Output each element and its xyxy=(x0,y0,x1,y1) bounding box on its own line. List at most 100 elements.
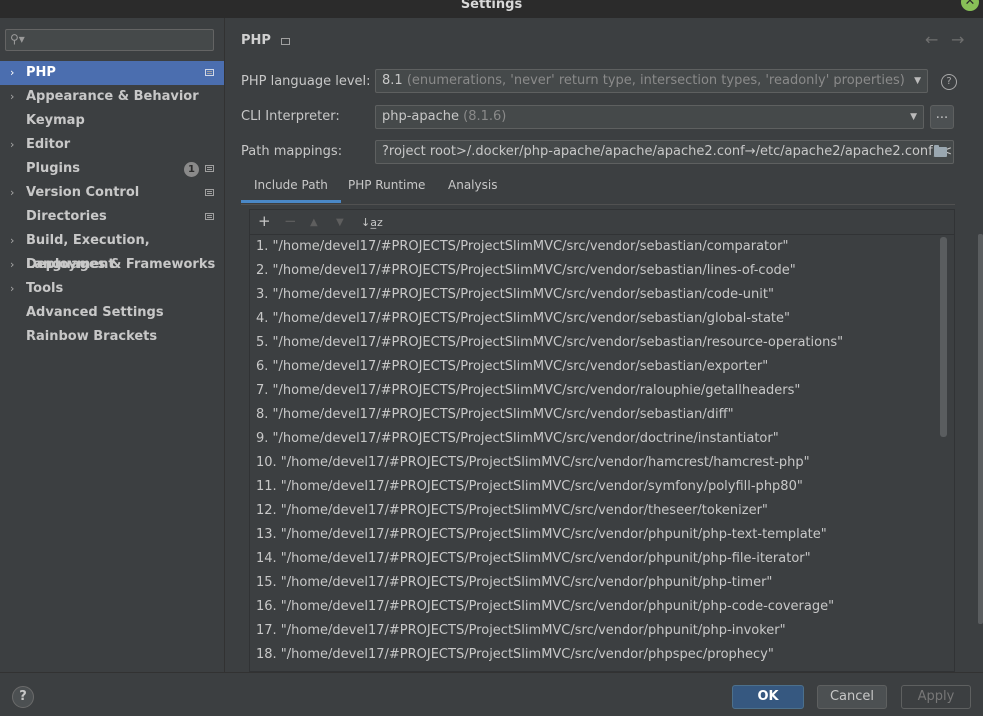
list-item[interactable]: 9. "/home/devel17/#PROJECTS/ProjectSlimM… xyxy=(256,427,779,451)
list-item[interactable]: 18. "/home/devel17/#PROJECTS/ProjectSlim… xyxy=(256,643,774,667)
path-mappings-value: ?roject root>/.docker/php-apache/apache/… xyxy=(382,144,954,159)
list-scrollbar[interactable] xyxy=(940,237,947,437)
sidebar-item-label: Plugins xyxy=(26,161,80,176)
list-item[interactable]: 1. "/home/devel17/#PROJECTS/ProjectSlimM… xyxy=(256,235,788,259)
project-scope-icon xyxy=(205,69,214,76)
sidebar-item-version-control[interactable]: › Version Control xyxy=(0,181,224,205)
browse-interpreter-button[interactable]: ... xyxy=(930,105,954,129)
chevron-down-icon: ▼ xyxy=(910,112,917,122)
sidebar-item-appearance-behavior[interactable]: › Appearance & Behavior xyxy=(0,85,224,109)
language-level-detail: (enumerations, 'never' return type, inte… xyxy=(406,73,905,88)
window-title: Settings xyxy=(460,0,523,12)
php-tabs: Include Path PHP Runtime Analysis xyxy=(241,172,955,205)
chevron-right-icon[interactable]: › xyxy=(10,229,14,253)
cancel-button[interactable]: Cancel xyxy=(817,685,887,709)
panel-scrollbar[interactable] xyxy=(978,234,983,624)
update-count-badge: 1 xyxy=(184,162,199,177)
cli-interpreter-value: php-apache xyxy=(382,109,460,124)
sidebar-item-editor[interactable]: › Editor xyxy=(0,133,224,157)
chevron-right-icon[interactable]: › xyxy=(10,61,14,85)
sidebar-item-label: Keymap xyxy=(26,113,85,128)
sidebar-item-label: Rainbow Brackets xyxy=(26,329,158,344)
list-item[interactable]: 2. "/home/devel17/#PROJECTS/ProjectSlimM… xyxy=(256,259,796,283)
sidebar-item-directories[interactable]: Directories xyxy=(0,205,224,229)
move-down-icon[interactable]: ▼ xyxy=(336,215,344,231)
close-window-button[interactable]: ✕ xyxy=(961,0,979,11)
cli-interpreter-label: CLI Interpreter: xyxy=(241,109,340,124)
project-scope-icon xyxy=(281,38,290,45)
cli-interpreter-version: (8.1.6) xyxy=(463,109,507,124)
sidebar-item-php[interactable]: › PHP xyxy=(0,61,224,85)
chevron-down-icon: ▼ xyxy=(914,76,921,86)
project-scope-icon xyxy=(205,189,214,196)
dialog-footer: ? OK Cancel Apply xyxy=(0,672,983,716)
list-item[interactable]: 12. "/home/devel17/#PROJECTS/ProjectSlim… xyxy=(256,499,768,523)
sidebar-item-label: Tools xyxy=(26,281,64,296)
chevron-right-icon[interactable]: › xyxy=(10,253,14,277)
project-scope-icon xyxy=(205,165,214,172)
include-path-panel: + − ▲ ▼ ↓a̲z 1. "/home/devel17/#PROJECTS… xyxy=(249,209,955,672)
list-item[interactable]: 14. "/home/devel17/#PROJECTS/ProjectSlim… xyxy=(256,547,811,571)
list-item[interactable]: 3. "/home/devel17/#PROJECTS/ProjectSlimM… xyxy=(256,283,774,307)
search-icon: ⚲▾ xyxy=(10,32,25,46)
project-scope-icon xyxy=(205,213,214,220)
list-item[interactable]: 11. "/home/devel17/#PROJECTS/ProjectSlim… xyxy=(256,475,803,499)
remove-icon[interactable]: − xyxy=(284,213,297,229)
language-level-select[interactable]: 8.1 (enumerations, 'never' return type, … xyxy=(375,69,928,93)
sidebar-item-languages-frameworks[interactable]: › Languages & Frameworks xyxy=(0,253,224,277)
path-mappings-field[interactable]: ?roject root>/.docker/php-apache/apache/… xyxy=(375,140,954,164)
forward-arrow-icon[interactable]: → xyxy=(951,30,964,49)
tab-php-runtime[interactable]: PHP Runtime xyxy=(335,172,438,203)
tab-analysis[interactable]: Analysis xyxy=(435,172,510,203)
breadcrumb: PHP xyxy=(241,33,271,48)
settings-tree: › PHP › Appearance & Behavior Keymap › Editor P… xyxy=(0,61,224,349)
language-level-label: PHP language level: xyxy=(241,74,371,89)
sidebar-item-label: Appearance & Behavior xyxy=(26,89,199,104)
sidebar-item-label: Editor xyxy=(26,137,71,152)
add-icon[interactable]: + xyxy=(258,213,271,229)
list-item[interactable]: 6. "/home/devel17/#PROJECTS/ProjectSlimM… xyxy=(256,355,768,379)
settings-search-input[interactable]: ⚲▾ xyxy=(5,29,214,51)
php-settings-panel: PHP ← → PHP language level: 8.1 (enumera… xyxy=(225,18,983,672)
sidebar-item-label: Languages & Frameworks xyxy=(26,257,216,272)
sidebar-item-rainbow-brackets[interactable]: Rainbow Brackets xyxy=(0,325,224,349)
sort-icon[interactable]: ↓a̲z xyxy=(361,215,383,231)
chevron-right-icon[interactable]: › xyxy=(10,133,14,157)
list-item[interactable]: 10. "/home/devel17/#PROJECTS/ProjectSlim… xyxy=(256,451,810,475)
language-level-value: 8.1 xyxy=(382,73,403,88)
title-bar: Settings ✕ xyxy=(0,0,983,18)
sidebar-item-tools[interactable]: › Tools xyxy=(0,277,224,301)
list-item[interactable]: 5. "/home/devel17/#PROJECTS/ProjectSlimM… xyxy=(256,331,843,355)
include-path-list[interactable]: 1. "/home/devel17/#PROJECTS/ProjectSlimM… xyxy=(250,235,954,672)
help-icon[interactable]: ? xyxy=(941,74,957,90)
chevron-right-icon[interactable]: › xyxy=(10,277,14,301)
sidebar-item-label: Directories xyxy=(26,209,107,224)
list-item[interactable]: 17. "/home/devel17/#PROJECTS/ProjectSlim… xyxy=(256,619,786,643)
sidebar-item-build-execution-deployment[interactable]: › Build, Execution, Deployment xyxy=(0,229,224,272)
path-mappings-label: Path mappings: xyxy=(241,144,343,159)
folder-icon[interactable] xyxy=(934,145,947,157)
apply-button[interactable]: Apply xyxy=(901,685,971,709)
cli-interpreter-select[interactable]: php-apache (8.1.6) ▼ xyxy=(375,105,924,129)
list-item[interactable]: 13. "/home/devel17/#PROJECTS/ProjectSlim… xyxy=(256,523,827,547)
help-button[interactable]: ? xyxy=(12,686,34,708)
list-item[interactable]: 8. "/home/devel17/#PROJECTS/ProjectSlimM… xyxy=(256,403,734,427)
tab-include-path[interactable]: Include Path xyxy=(241,172,341,203)
sidebar-item-label: Advanced Settings xyxy=(26,305,164,320)
list-item[interactable]: 4. "/home/devel17/#PROJECTS/ProjectSlimM… xyxy=(256,307,790,331)
sidebar-item-label: Version Control xyxy=(26,185,140,200)
chevron-right-icon[interactable]: › xyxy=(10,181,14,205)
include-path-toolbar: + − ▲ ▼ ↓a̲z xyxy=(250,210,954,235)
list-item[interactable]: 7. "/home/devel17/#PROJECTS/ProjectSlimM… xyxy=(256,379,800,403)
sidebar-item-label: PHP xyxy=(26,65,56,80)
back-arrow-icon[interactable]: ← xyxy=(925,30,938,49)
chevron-right-icon[interactable]: › xyxy=(10,85,14,109)
move-up-icon[interactable]: ▲ xyxy=(310,215,318,231)
sidebar-item-plugins[interactable]: Plugins 1 xyxy=(0,157,224,181)
ok-button[interactable]: OK xyxy=(732,685,804,709)
sidebar-item-advanced-settings[interactable]: Advanced Settings xyxy=(0,301,224,325)
list-item[interactable]: 15. "/home/devel17/#PROJECTS/ProjectSlim… xyxy=(256,571,772,595)
sidebar-item-keymap[interactable]: Keymap xyxy=(0,109,224,133)
list-item[interactable]: 16. "/home/devel17/#PROJECTS/ProjectSlim… xyxy=(256,595,834,619)
settings-sidebar: ⚲▾ › PHP › Appearance & Behavior Keymap › Edit… xyxy=(0,18,225,672)
